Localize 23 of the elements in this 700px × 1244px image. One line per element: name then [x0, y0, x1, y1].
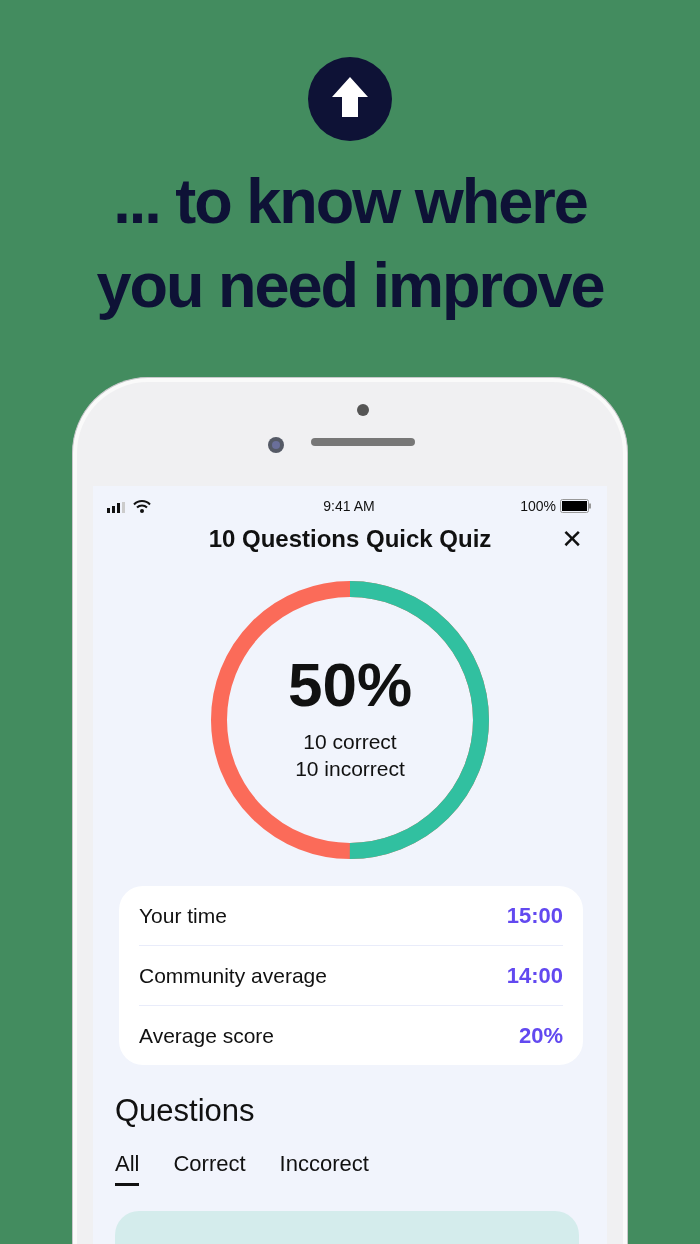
- wifi-icon: [133, 499, 151, 513]
- section-heading: Questions: [115, 1093, 256, 1129]
- filter-tab[interactable]: Correct: [173, 1151, 246, 1186]
- status-time: 9:41 AM: [323, 498, 375, 514]
- headline: ... to know where you need improve: [95, 165, 605, 322]
- incorrect-count: 10 incorrect: [295, 756, 405, 782]
- signal-icon: [107, 501, 125, 513]
- correct-count: 10 correct: [303, 729, 397, 755]
- stat-label: Your time: [139, 903, 227, 928]
- stat-label: Community average: [139, 963, 327, 988]
- sensor-icon: [357, 404, 369, 416]
- close-button[interactable]: ✕: [561, 524, 583, 554]
- filter-tab[interactable]: Inccorect: [279, 1151, 369, 1186]
- stat-value: 20%: [518, 1022, 563, 1049]
- battery-icon: [560, 499, 591, 513]
- score-percent: 50%: [287, 650, 413, 720]
- stat-value: 15:00: [506, 902, 563, 929]
- camera-icon: [267, 436, 285, 454]
- quiz-title: 10 Questions Quick Quiz: [208, 525, 492, 553]
- battery-percent: 100%: [520, 498, 556, 514]
- stat-label: Average score: [139, 1023, 275, 1048]
- filter-tab[interactable]: All: [115, 1151, 140, 1186]
- stat-value: 14:00: [506, 962, 563, 989]
